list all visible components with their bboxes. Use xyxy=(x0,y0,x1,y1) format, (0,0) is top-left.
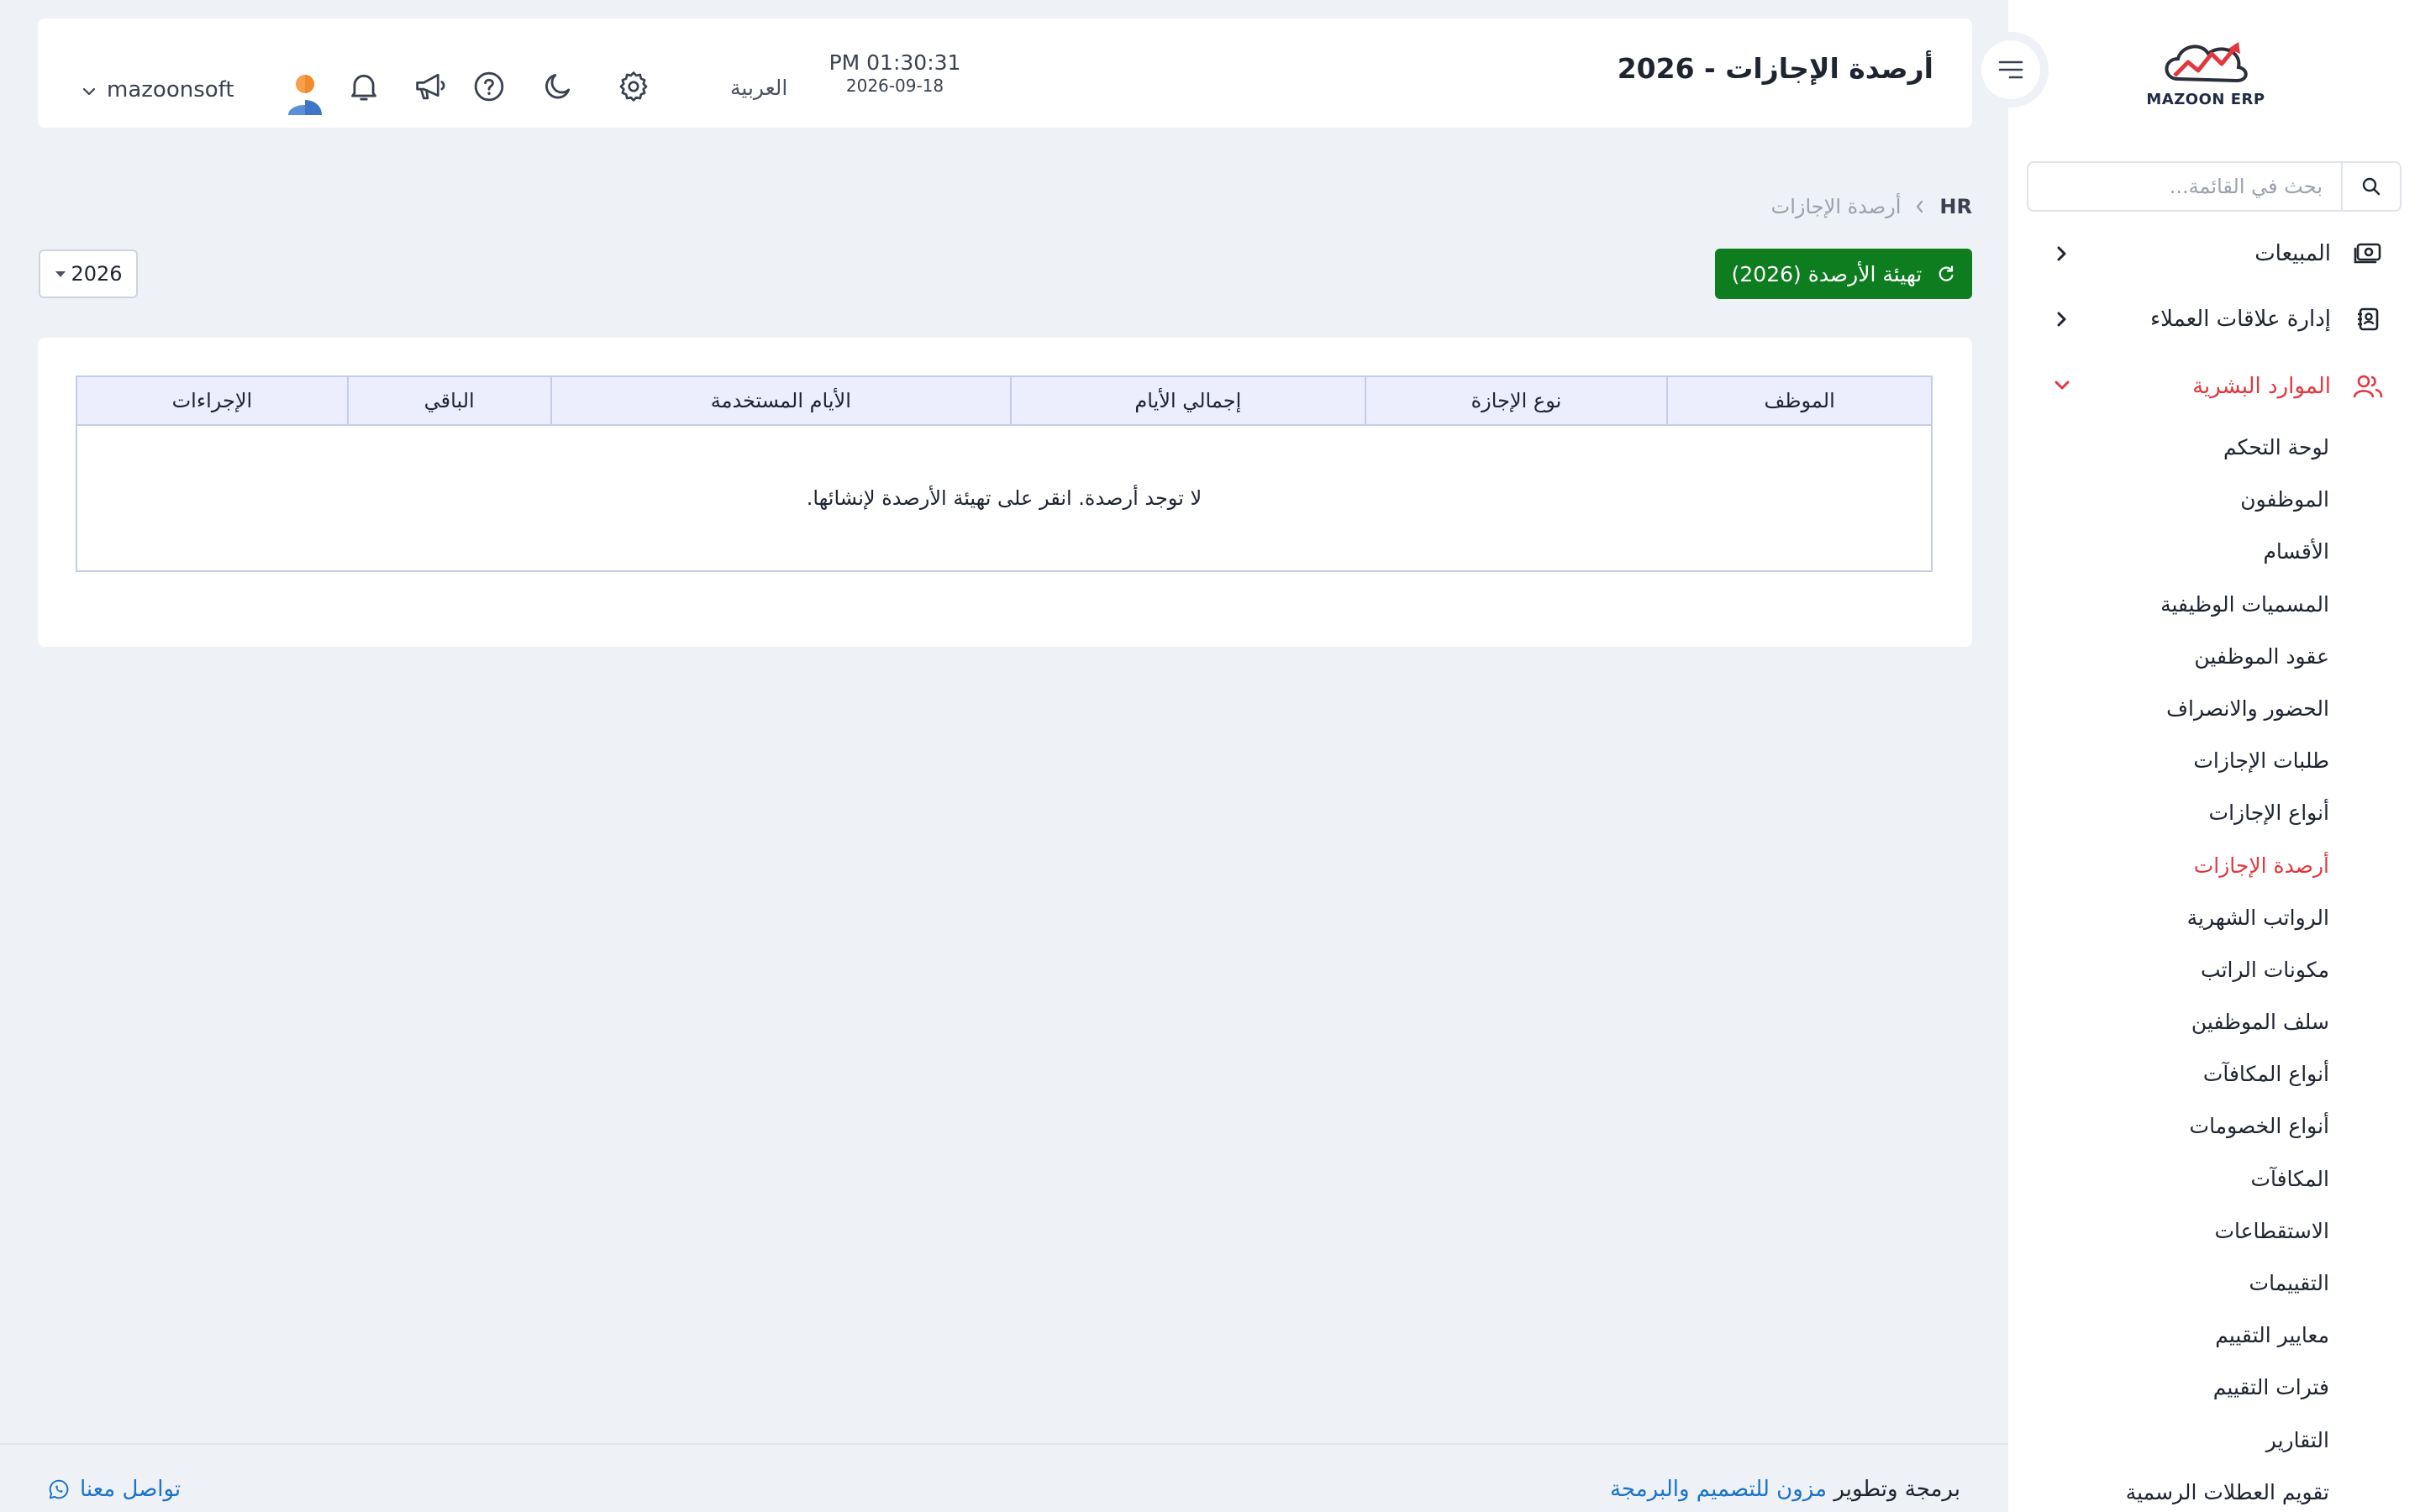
footer-credit: برمجة وتطوير مزون للتصميم والبرمجة xyxy=(1610,1477,1960,1502)
chevron-left-icon xyxy=(2052,309,2070,329)
refresh-icon xyxy=(1937,265,1955,283)
sidebar-item[interactable]: عقود الموظفين xyxy=(2027,631,2329,683)
logo[interactable]: MAZOON ERP xyxy=(2143,37,2269,113)
column-header-actions: الإجراءات xyxy=(76,375,349,426)
table-row: لا توجد أرصدة. انقر على تهيئة الأرصدة لإ… xyxy=(76,425,1933,572)
top-header: أرصدة الإجازات - 2026 PM 01:30:31 2026-0… xyxy=(38,18,1972,128)
page-title: أرصدة الإجازات - 2026 xyxy=(1617,52,1933,85)
contact-label: تواصل معنا xyxy=(80,1477,182,1502)
footer-company-link[interactable]: مزون للتصميم والبرمجة xyxy=(1610,1477,1827,1502)
init-balances-label: تهيئة الأرصدة (2026) xyxy=(1731,261,1923,286)
sidebar-item[interactable]: طلبات الإجازات xyxy=(2027,735,2329,787)
sidebar-group-label: المبيعات xyxy=(2254,241,2331,266)
sidebar-item[interactable]: أنواع الإجازات xyxy=(2027,787,2329,839)
column-header-remaining[interactable]: الباقي xyxy=(346,375,552,426)
sidebar-item[interactable]: الأقسام xyxy=(2027,526,2329,578)
chevron-down-icon[interactable] xyxy=(82,86,97,97)
contact-link[interactable]: تواصل معنا xyxy=(48,1477,181,1502)
clock: PM 01:30:31 2026-09-18 xyxy=(798,50,992,96)
contacts-icon xyxy=(2351,307,2385,332)
sidebar-item[interactable]: أنواع المكافآت xyxy=(2027,1048,2329,1100)
column-header-used-days[interactable]: الأيام المستخدمة xyxy=(550,375,1013,426)
caret-down-icon xyxy=(54,269,67,279)
search-icon[interactable] xyxy=(2341,163,2400,210)
menu-icon xyxy=(1998,60,2023,79)
sidebar-item[interactable]: المسميات الوظيفية xyxy=(2027,579,2329,631)
breadcrumb-root[interactable]: HR xyxy=(1939,195,1972,218)
sidebar-hr-submenu: لوحة التحكم الموظفون الأقسام المسميات الوظي… xyxy=(2027,422,2329,1512)
gear-icon[interactable] xyxy=(618,71,650,102)
column-header-total-days[interactable]: إجمالي الأيام xyxy=(1010,375,1366,426)
sidebar-item[interactable]: مكونات الراتب xyxy=(2027,944,2329,996)
footer: برمجة وتطوير مزون للتصميم والبرمجة تواصل… xyxy=(0,1443,2008,1512)
sidebar-item[interactable]: التقييمات xyxy=(2027,1257,2329,1310)
sidebar-item[interactable]: معايير التقييم xyxy=(2027,1310,2329,1362)
sidebar-search-input[interactable] xyxy=(2028,163,2341,210)
sidebar-group-crm[interactable]: إدارة علاقات العملاء xyxy=(2008,294,2420,344)
sidebar-item[interactable]: فترات التقييم xyxy=(2027,1362,2329,1414)
sidebar-item[interactable]: تقويم العطلات الرسمية xyxy=(2027,1467,2329,1512)
sidebar-group-label: إدارة علاقات العملاء xyxy=(2149,307,2331,332)
user-menu-name[interactable]: mazoonsoft xyxy=(107,77,234,102)
chevron-left-icon xyxy=(1914,199,1926,214)
table-header-row: الموظف نوع الإجازة إجمالي الأيام الأيام … xyxy=(76,375,1933,426)
sidebar-item[interactable]: الموظفون xyxy=(2027,474,2329,526)
whatsapp-icon xyxy=(48,1478,70,1500)
balances-card: الموظف نوع الإجازة إجمالي الأيام الأيام … xyxy=(38,338,1972,647)
chevron-left-icon xyxy=(2052,244,2070,264)
sidebar-item[interactable]: الاستقطاعات xyxy=(2027,1205,2329,1257)
clock-date: 2026-09-18 xyxy=(845,76,944,96)
users-icon xyxy=(2351,374,2385,399)
column-header-employee[interactable]: الموظف xyxy=(1666,375,1933,426)
sidebar-toggle-button[interactable] xyxy=(1973,32,2049,108)
breadcrumb-current: أرصدة الإجازات xyxy=(1770,195,1902,218)
avatar[interactable] xyxy=(287,73,324,115)
bell-icon[interactable] xyxy=(348,71,380,102)
clock-time: PM 01:30:31 xyxy=(829,50,961,75)
breadcrumb: HR أرصدة الإجازات xyxy=(1771,195,1972,218)
sidebar-group-sales[interactable]: المبيعات xyxy=(2008,228,2420,279)
sidebar-item[interactable]: الرواتب الشهرية xyxy=(2027,892,2329,944)
table-empty-message: لا توجد أرصدة. انقر على تهيئة الأرصدة لإ… xyxy=(76,425,1933,572)
year-select[interactable]: 2026 xyxy=(39,249,138,298)
sidebar-search xyxy=(2027,161,2402,212)
moon-icon[interactable] xyxy=(542,71,574,102)
language-switch[interactable]: العربية xyxy=(730,76,787,100)
sidebar-item[interactable]: الحضور والانصراف xyxy=(2027,683,2329,735)
sidebar-item[interactable]: أرصدة الإجازات xyxy=(2027,840,2329,892)
init-balances-button[interactable]: تهيئة الأرصدة (2026) xyxy=(1715,249,1972,299)
sidebar-group-hr[interactable]: الموارد البشرية xyxy=(2008,361,2420,412)
sidebar: MAZOON ERP المبيعات xyxy=(2008,0,2420,1512)
logo-mark-icon xyxy=(2165,42,2248,83)
help-icon[interactable] xyxy=(473,71,505,102)
chevron-down-icon xyxy=(2052,376,2072,395)
logo-text: MAZOON ERP xyxy=(2146,91,2265,108)
sidebar-item[interactable]: سلف الموظفين xyxy=(2027,996,2329,1048)
megaphone-icon[interactable] xyxy=(413,71,447,102)
cash-icon xyxy=(2351,242,2385,265)
sidebar-item[interactable]: لوحة التحكم xyxy=(2027,422,2329,474)
sidebar-item[interactable]: أنواع الخصومات xyxy=(2027,1100,2329,1152)
balances-table: الموظف نوع الإجازة إجمالي الأيام الأيام … xyxy=(76,375,1933,572)
sidebar-item[interactable]: التقارير xyxy=(2027,1415,2329,1467)
footer-credit-prefix: برمجة وتطوير xyxy=(1833,1477,1960,1502)
column-header-leave-type[interactable]: نوع الإجازة xyxy=(1364,375,1669,426)
sidebar-item[interactable]: المكافآت xyxy=(2027,1153,2329,1205)
year-select-value: 2026 xyxy=(71,262,123,286)
sidebar-group-label: الموارد البشرية xyxy=(2192,374,2331,399)
